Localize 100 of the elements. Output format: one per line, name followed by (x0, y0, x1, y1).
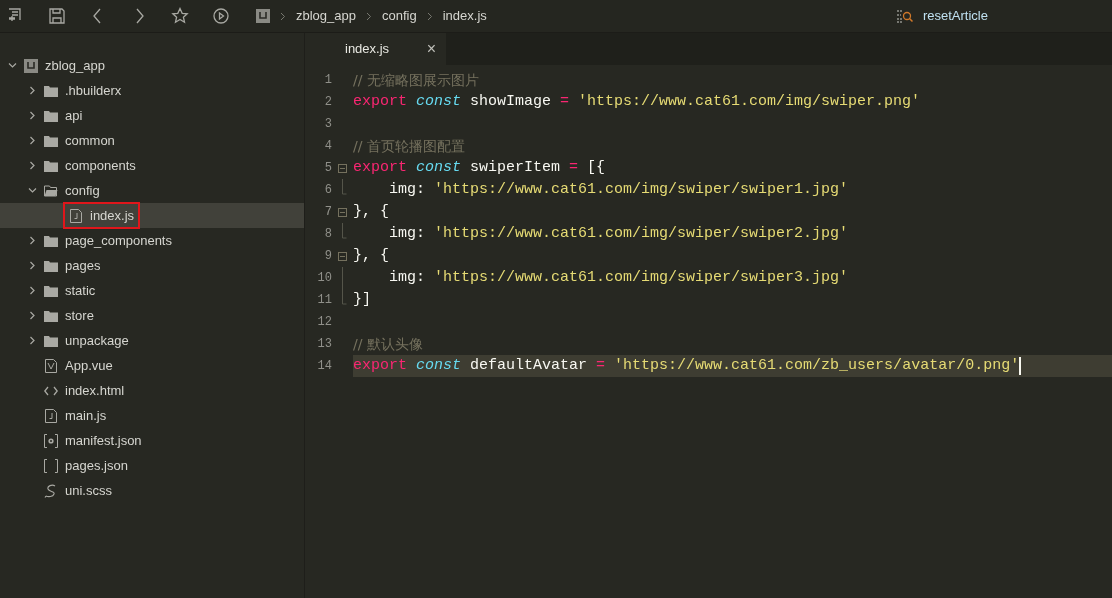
chevron-right-icon[interactable] (27, 311, 37, 320)
open-folder-icon (44, 184, 58, 197)
line-number: 11 (316, 292, 332, 309)
file-icon (45, 408, 57, 423)
tree-item[interactable]: pages (0, 253, 304, 278)
tree-item[interactable]: config (0, 178, 304, 203)
folder-icon (44, 234, 58, 247)
chevron-right-icon[interactable] (27, 136, 37, 145)
tree-item[interactable]: uni.scss (0, 478, 304, 503)
file-name: index.html (65, 381, 125, 400)
breadcrumb-item[interactable]: zblog_app (296, 6, 356, 26)
code-line: // 默认头像 (353, 334, 424, 354)
file-icon (70, 208, 82, 223)
folder-icon (44, 109, 58, 122)
fold-icon[interactable] (338, 163, 347, 173)
code-line: img: 'https://www.cat61.com/img/swiper/swiper3.jpg' (388, 267, 850, 288)
file-name: pages.json (65, 456, 128, 475)
tree-item[interactable]: App.vue (0, 353, 304, 378)
project-icon (24, 58, 38, 73)
file-name: .hbuilderx (65, 81, 122, 100)
line-number: 10 (316, 270, 332, 287)
save-icon[interactable] (48, 7, 66, 25)
fold-icon[interactable] (338, 207, 347, 217)
chevron-down-icon[interactable] (7, 61, 17, 70)
chevron-right-icon[interactable] (27, 261, 37, 270)
folder-icon (44, 334, 58, 347)
breadcrumb-item[interactable]: index.js (442, 6, 487, 26)
chevron-right-icon[interactable] (27, 286, 37, 295)
tree-item[interactable]: common (0, 128, 304, 153)
code-line: export const showImage = 'https://www.cat61.com/img/swiper.png' (353, 91, 922, 112)
line-number: 2 (323, 94, 332, 111)
file-name: unpackage (65, 331, 129, 350)
file-name: App.vue (65, 356, 113, 375)
tree-item[interactable]: .hbuilderx (0, 78, 304, 103)
chevron-right-icon[interactable] (27, 86, 37, 95)
chevron-right-icon (426, 11, 433, 21)
close-button[interactable]: × (426, 41, 436, 57)
line-number: 5 (323, 160, 332, 177)
breadcrumb-item[interactable]: config (382, 6, 417, 26)
search-icon[interactable] (896, 9, 914, 23)
code-line: img: 'https://www.cat61.com/img/swiper/swiper1.jpg' (388, 179, 850, 200)
search-query[interactable]: resetArticle (922, 6, 988, 26)
code-line: }] (353, 289, 372, 310)
code-line: // 首页轮播图配置 (353, 136, 466, 156)
chevron-right-icon[interactable] (27, 236, 37, 245)
tree-item[interactable]: pages.json (0, 453, 304, 478)
folder-icon (44, 259, 58, 272)
file-name: uni.scss (65, 481, 112, 500)
tree-item[interactable]: zblog_app (0, 53, 304, 78)
code-line: export const swiperItem = [{ (353, 157, 607, 178)
tree-item[interactable]: unpackage (0, 328, 304, 353)
file-name: common (65, 131, 115, 150)
chevron-down-icon[interactable] (27, 186, 37, 195)
line-number: 14 (316, 358, 332, 375)
tree-item[interactable]: index.js (0, 203, 304, 228)
tree-item[interactable]: static (0, 278, 304, 303)
project-icon (256, 9, 270, 23)
chevron-right-icon (366, 11, 372, 21)
line-number: 7 (323, 204, 332, 221)
chevron-right-icon[interactable] (27, 111, 37, 120)
line-number: 13 (316, 336, 332, 353)
code-line: // 无缩略图展示图片 (353, 70, 480, 90)
folder-icon (44, 159, 58, 172)
code-line: img: 'https://www.cat61.com/img/swiper/swiper2.jpg' (388, 223, 850, 244)
tab-title: index.js (345, 40, 390, 59)
tree-item[interactable]: components (0, 153, 304, 178)
line-number: 6 (323, 182, 332, 199)
file-name: page_components (65, 231, 172, 250)
tree-item[interactable]: page_components (0, 228, 304, 253)
line-number: 12 (316, 314, 332, 331)
folder-icon (44, 84, 58, 97)
line-number: 9 (323, 248, 332, 265)
code-line: }, { (353, 245, 390, 266)
code-icon (44, 385, 58, 396)
tree-item[interactable]: api (0, 103, 304, 128)
line-number: 3 (323, 116, 332, 133)
editor-tab[interactable]: index.js × (305, 33, 446, 65)
tree-item[interactable]: main.js (0, 403, 304, 428)
text-cursor (1019, 357, 1022, 375)
file-name: pages (65, 256, 101, 275)
line-number: 4 (323, 138, 332, 155)
tree-item[interactable]: index.html (0, 378, 304, 403)
file-name: main.js (65, 406, 107, 425)
line-number: 1 (323, 72, 332, 89)
tree-item[interactable]: store (0, 303, 304, 328)
chevron-right-icon[interactable] (27, 336, 37, 345)
style-file-icon (44, 483, 58, 498)
file-name: config (65, 181, 100, 200)
fold-icon[interactable] (338, 251, 347, 261)
star-icon[interactable] (171, 7, 189, 25)
file-name: api (65, 106, 83, 125)
file-name: static (65, 281, 96, 300)
vue-file-icon (45, 358, 57, 373)
file-name: zblog_app (45, 56, 105, 75)
line-number: 8 (323, 226, 332, 243)
run-icon[interactable] (212, 7, 230, 25)
chevron-right-icon[interactable] (27, 161, 37, 170)
file-name: store (65, 306, 94, 325)
folder-icon (44, 284, 58, 297)
tree-item[interactable]: manifest.json (0, 428, 304, 453)
